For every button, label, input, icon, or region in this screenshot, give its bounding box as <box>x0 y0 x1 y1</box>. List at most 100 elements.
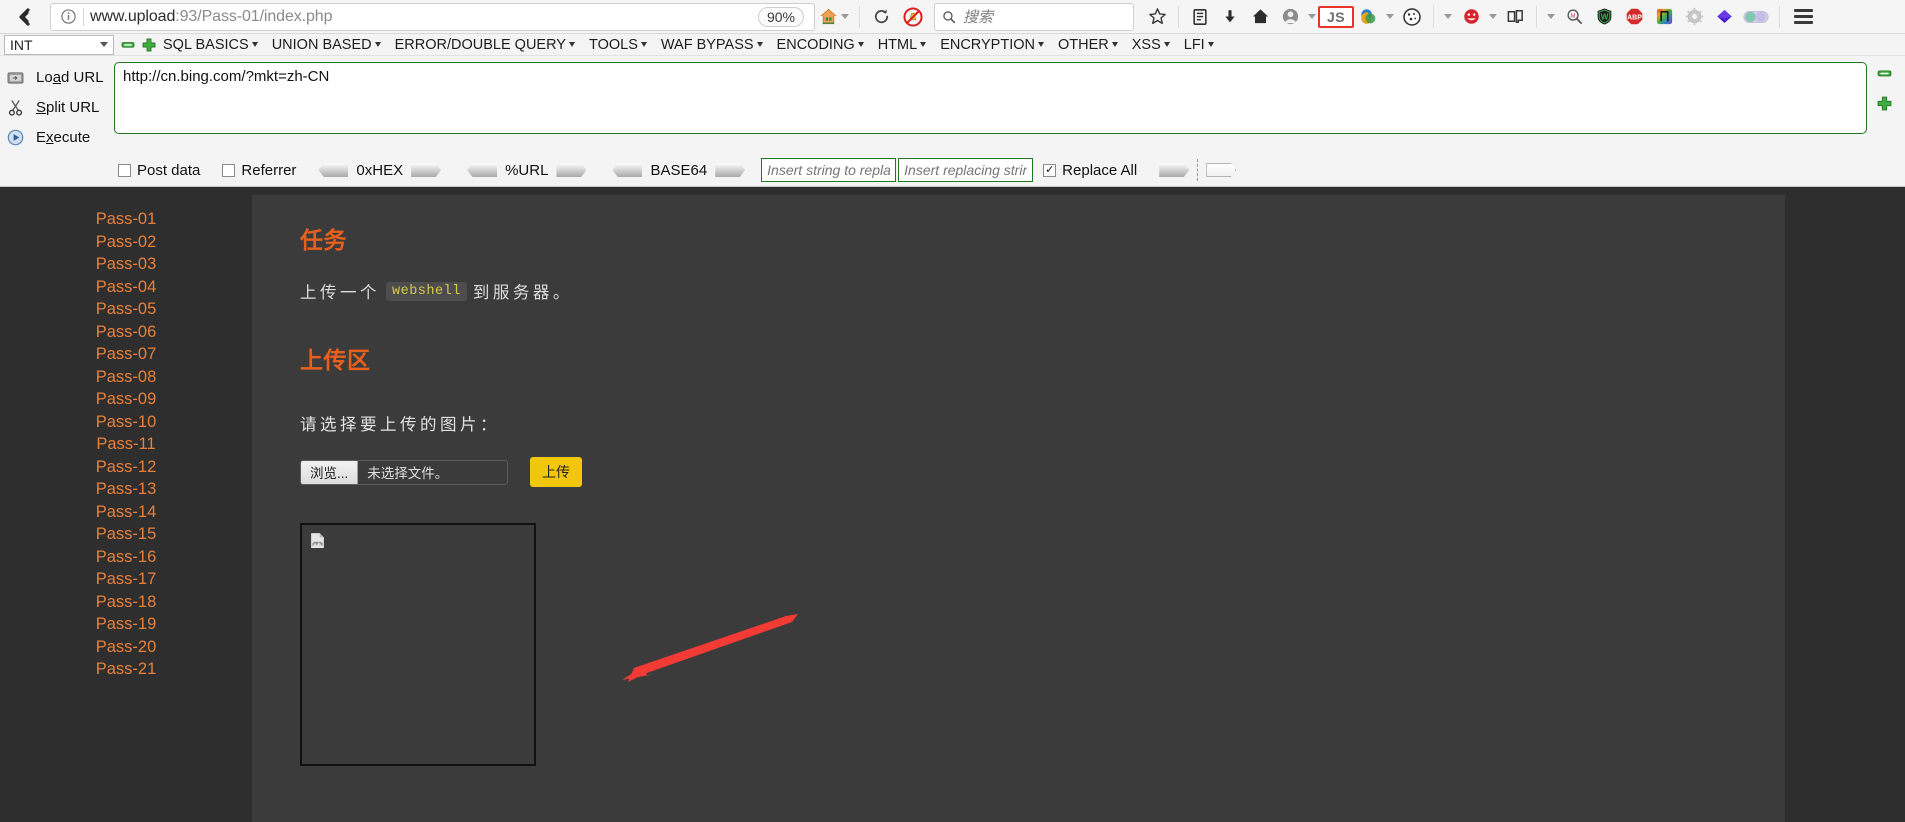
plus-green-icon[interactable] <box>1877 96 1892 116</box>
post-data-checkbox[interactable]: Post data <box>118 162 200 179</box>
split-url-button[interactable]: Split URL <box>4 92 114 122</box>
hackbar-menu-error-double-query[interactable]: ERROR/DOUBLE QUERY <box>388 37 582 53</box>
referrer-checkbox[interactable]: Referrer <box>222 162 296 179</box>
browse-button[interactable]: 浏览... <box>301 460 359 484</box>
settings-gear-icon[interactable] <box>1679 3 1709 31</box>
hackbar-menu-union-based[interactable]: UNION BASED <box>265 37 388 53</box>
replace-apply-button[interactable] <box>1159 163 1190 177</box>
sidebar-item-pass-03[interactable]: Pass-03 <box>0 253 252 276</box>
sidebar-item-pass-08[interactable]: Pass-08 <box>0 366 252 389</box>
task-description: 上传一个 webshell 到服务器。 <box>300 279 1785 303</box>
hackbar-menu-lfi[interactable]: LFI <box>1177 37 1221 53</box>
sidebar-item-pass-06[interactable]: Pass-06 <box>0 321 252 344</box>
sidebar-item-pass-09[interactable]: Pass-09 <box>0 388 252 411</box>
chevron-down-icon[interactable] <box>1383 3 1397 31</box>
toolbar-separator <box>1178 5 1179 28</box>
adblock-plus-icon[interactable]: ABP <box>1619 3 1649 31</box>
address-bar-url[interactable]: www.upload:93/Pass-01/index.php <box>90 8 758 26</box>
sidebar-item-pass-12[interactable]: Pass-12 <box>0 456 252 479</box>
load-url-button[interactable]: Load URL <box>4 62 114 92</box>
sidebar-item-pass-17[interactable]: Pass-17 <box>0 568 252 591</box>
hackbar-menu-encoding[interactable]: ENCODING <box>770 37 871 53</box>
uploaded-image-preview <box>300 523 536 766</box>
execute-button[interactable]: Execute <box>4 122 114 152</box>
site-info-icon[interactable] <box>55 6 81 28</box>
checkbox-box <box>118 163 131 177</box>
toggle-switch-icon[interactable] <box>1739 3 1773 31</box>
replace-find-input[interactable] <box>761 158 897 182</box>
firebug-icon[interactable] <box>1353 3 1383 31</box>
hackbar-gem-icon[interactable] <box>1709 3 1739 31</box>
sidebar-item-pass-18[interactable]: Pass-18 <box>0 591 252 614</box>
account-avatar-icon[interactable] <box>1275 3 1305 31</box>
wappalyzer-icon[interactable]: M <box>1559 3 1589 31</box>
url-decode-button[interactable] <box>467 163 498 177</box>
plus-green-icon[interactable] <box>142 38 156 52</box>
rainbow-extension-icon[interactable] <box>1649 3 1679 31</box>
sidebar-item-pass-10[interactable]: Pass-10 <box>0 411 252 434</box>
chevron-down-icon[interactable] <box>841 14 849 19</box>
menu-hamburger-icon[interactable] <box>1786 3 1820 31</box>
noscript-blocked-icon[interactable] <box>896 3 930 31</box>
sidebar-item-pass-14[interactable]: Pass-14 <box>0 501 252 524</box>
bookmark-star-icon[interactable] <box>1142 3 1172 31</box>
hackbar-menu-row: INT SQL BASICS UNION BASED ERROR/DOUBLE … <box>0 34 1905 56</box>
hackbar-mode-select[interactable]: INT <box>4 34 114 55</box>
sidebar-item-pass-05[interactable]: Pass-05 <box>0 298 252 321</box>
hackbar-menu-tools[interactable]: TOOLS <box>582 37 654 53</box>
replace-all-checkbox[interactable]: ✓ Replace All <box>1043 162 1137 179</box>
js-toggle-badge[interactable]: JS <box>1317 3 1355 31</box>
cookie-manager-icon[interactable] <box>1397 3 1427 31</box>
reload-icon[interactable] <box>866 3 896 31</box>
chevron-down-icon[interactable] <box>1543 3 1559 31</box>
home-icon[interactable] <box>815 7 853 26</box>
sidebar-item-pass-15[interactable]: Pass-15 <box>0 523 252 546</box>
menu-label: ENCRYPTION <box>940 36 1035 53</box>
reader-list-icon[interactable] <box>1185 3 1215 31</box>
pass-sidebar: Pass-01 Pass-02 Pass-03 Pass-04 Pass-05 … <box>0 187 252 822</box>
hackbar-menu-html[interactable]: HTML <box>871 37 933 53</box>
file-input[interactable]: 浏览... 未选择文件。 <box>300 459 508 485</box>
downloads-icon[interactable] <box>1215 3 1245 31</box>
sidebar-item-pass-01[interactable]: Pass-01 <box>0 208 252 231</box>
chevron-down-icon[interactable] <box>1440 3 1456 31</box>
url-encode-button[interactable] <box>556 163 587 177</box>
search-input[interactable]: 搜索 <box>934 2 1134 31</box>
hackbar-menu-other[interactable]: OTHER <box>1051 37 1125 53</box>
hackbar-menu-xss[interactable]: XSS <box>1125 37 1177 53</box>
sidebar-item-pass-02[interactable]: Pass-02 <box>0 231 252 254</box>
hex-decode-button[interactable] <box>318 163 349 177</box>
hackbar-menu-encryption[interactable]: ENCRYPTION <box>933 37 1051 53</box>
sidebar-item-pass-11[interactable]: Pass-11 <box>0 433 252 456</box>
replace-with-input[interactable] <box>898 158 1034 182</box>
menu-label: SQL BASICS <box>163 36 249 53</box>
proxy-switch-icon[interactable] <box>1500 3 1530 31</box>
minus-green-icon[interactable] <box>121 38 135 52</box>
zoom-level-indicator[interactable]: 90% <box>757 6 804 27</box>
web-developer-icon[interactable]: W <box>1589 3 1619 31</box>
sidebar-item-pass-20[interactable]: Pass-20 <box>0 636 252 659</box>
address-bar[interactable]: www.upload:93/Pass-01/index.php 90% <box>50 2 815 31</box>
submit-upload-button[interactable]: 上传 <box>530 457 582 487</box>
hackbar-menu-waf-bypass[interactable]: WAF BYPASS <box>654 37 770 53</box>
home-button-icon[interactable] <box>1245 3 1275 31</box>
hackbar-menu-sql-basics[interactable]: SQL BASICS <box>156 37 265 53</box>
hex-encode-button[interactable] <box>411 163 442 177</box>
sidebar-item-pass-16[interactable]: Pass-16 <box>0 546 252 569</box>
extra-action-button[interactable] <box>1206 163 1237 177</box>
tamper-data-icon[interactable] <box>1456 3 1486 31</box>
chevron-down-icon[interactable] <box>1305 3 1319 31</box>
back-arrow-icon[interactable] <box>6 2 46 32</box>
sidebar-item-pass-21[interactable]: Pass-21 <box>0 658 252 681</box>
sidebar-item-pass-13[interactable]: Pass-13 <box>0 478 252 501</box>
sidebar-item-pass-04[interactable]: Pass-04 <box>0 276 252 299</box>
hackbar-url-textarea[interactable] <box>114 62 1867 134</box>
base64-encode-button[interactable] <box>715 163 746 177</box>
sidebar-item-pass-19[interactable]: Pass-19 <box>0 613 252 636</box>
base64-decode-button[interactable] <box>612 163 643 177</box>
sidebar-item-pass-07[interactable]: Pass-07 <box>0 343 252 366</box>
chevron-down-icon[interactable] <box>1486 3 1500 31</box>
menu-label: XSS <box>1131 36 1161 53</box>
chevron-down-icon <box>374 42 381 47</box>
minus-green-icon[interactable] <box>1877 66 1892 86</box>
